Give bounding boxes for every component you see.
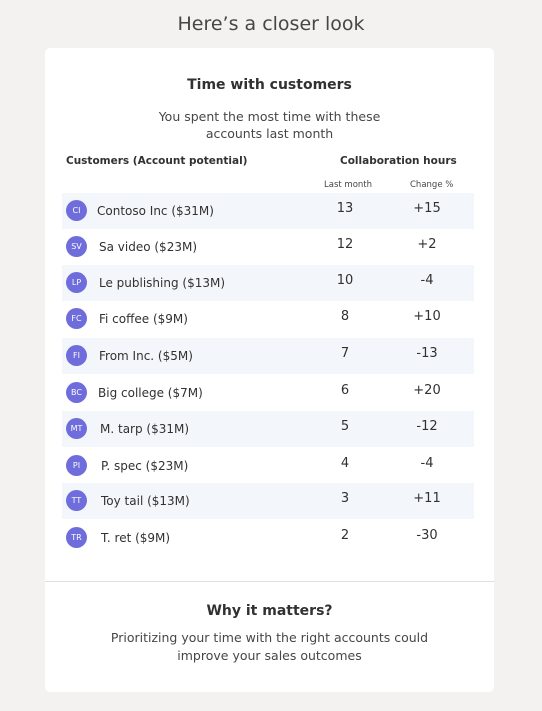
table-row: FI From Inc. ($5M) 7 -13 bbox=[62, 338, 474, 374]
change-percent: -12 bbox=[416, 419, 438, 434]
collaboration-hours-header: Collaboration hours bbox=[340, 155, 457, 167]
change-percent: +15 bbox=[413, 201, 441, 216]
last-month-hours: 5 bbox=[340, 419, 350, 434]
last-month-subheader: Last month bbox=[324, 180, 372, 190]
customer-name: Sa video ($23M) bbox=[99, 240, 197, 254]
customer-name: Toy tail ($13M) bbox=[101, 494, 190, 508]
customer-name: P. spec ($23M) bbox=[101, 459, 189, 473]
card-title: Time with customers bbox=[187, 77, 352, 93]
why-it-matters-title: Why it matters? bbox=[206, 603, 333, 619]
avatar: TR bbox=[66, 527, 87, 548]
last-month-hours: 2 bbox=[340, 528, 350, 543]
change-percent: +2 bbox=[417, 237, 437, 252]
change-percent-subheader: Change % bbox=[410, 180, 454, 190]
why-it-matters-text: Prioritizing your time with the right ac… bbox=[110, 630, 429, 663]
avatar: TT bbox=[66, 490, 87, 511]
last-month-hours: 6 bbox=[340, 383, 350, 398]
last-month-hours: 3 bbox=[340, 491, 350, 506]
avatar: CI bbox=[66, 200, 87, 221]
customer-name: Big college ($7M) bbox=[98, 386, 203, 400]
last-month-hours: 13 bbox=[336, 201, 354, 216]
table-row: SV Sa video ($23M) 12 +2 bbox=[62, 229, 474, 265]
page-title: Here’s a closer look bbox=[177, 13, 365, 35]
change-percent: -4 bbox=[420, 456, 434, 471]
table-row: FC Fi coffee ($9M) 8 +10 bbox=[62, 301, 474, 337]
customer-name: Contoso Inc ($31M) bbox=[97, 204, 214, 218]
avatar: FC bbox=[66, 308, 87, 329]
change-percent: -30 bbox=[416, 528, 438, 543]
table-row: MT M. tarp ($31M) 5 -12 bbox=[62, 411, 474, 447]
avatar: MT bbox=[66, 418, 87, 439]
last-month-hours: 12 bbox=[336, 237, 354, 252]
customer-name: Le publishing ($13M) bbox=[99, 276, 226, 290]
customer-name: T. ret ($9M) bbox=[101, 531, 171, 545]
last-month-hours: 8 bbox=[340, 309, 350, 324]
last-month-hours: 4 bbox=[340, 456, 350, 471]
table-row: PI P. spec ($23M) 4 -4 bbox=[62, 448, 474, 484]
last-month-hours: 10 bbox=[336, 273, 354, 288]
change-percent: +11 bbox=[413, 491, 441, 506]
table-row: CI Contoso Inc ($31M) 13 +15 bbox=[62, 193, 474, 229]
change-percent: -13 bbox=[416, 346, 438, 361]
avatar: BC bbox=[66, 382, 87, 403]
avatar: SV bbox=[66, 236, 87, 257]
section-divider bbox=[45, 581, 494, 582]
last-month-hours: 7 bbox=[340, 346, 350, 361]
change-percent: +10 bbox=[413, 309, 441, 324]
table-row: TR T. ret ($9M) 2 -30 bbox=[62, 520, 474, 556]
avatar: FI bbox=[66, 345, 87, 366]
table-row: TT Toy tail ($13M) 3 +11 bbox=[62, 483, 474, 519]
customer-name: From Inc. ($5M) bbox=[99, 349, 193, 363]
card-subtitle: You spent the most time with these accou… bbox=[158, 109, 381, 141]
avatar: LP bbox=[66, 272, 87, 293]
table-row: LP Le publishing ($13M) 10 -4 bbox=[62, 265, 474, 301]
change-percent: -4 bbox=[420, 273, 434, 288]
avatar: PI bbox=[66, 455, 87, 476]
customer-name: M. tarp ($31M) bbox=[100, 422, 190, 436]
customer-name: Fi coffee ($9M) bbox=[99, 312, 188, 326]
customers-column-header: Customers (Account potential) bbox=[66, 155, 248, 167]
table-row: BC Big college ($7M) 6 +20 bbox=[62, 375, 474, 411]
time-with-customers-card: Time with customers You spent the most t… bbox=[45, 48, 494, 692]
change-percent: +20 bbox=[413, 383, 441, 398]
